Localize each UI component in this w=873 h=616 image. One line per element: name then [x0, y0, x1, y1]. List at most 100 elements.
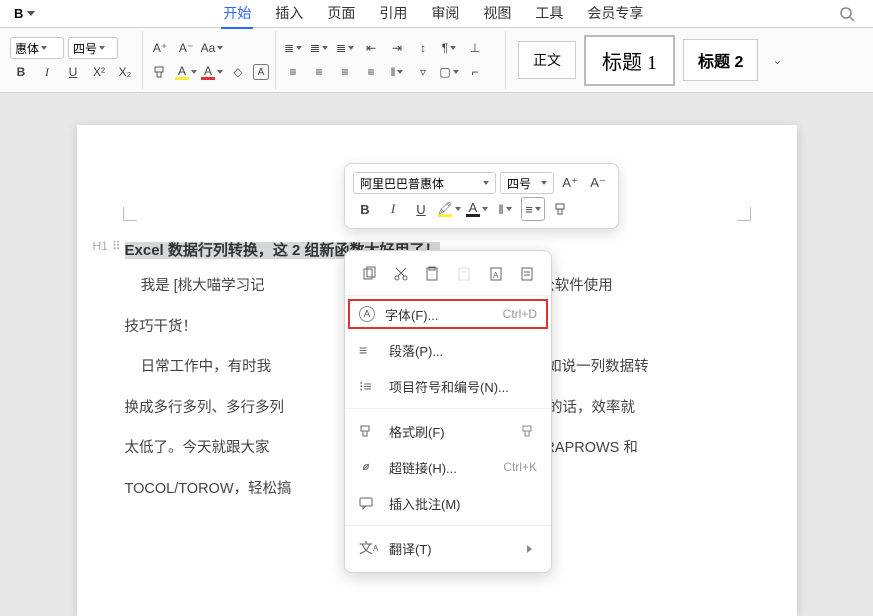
tab-tools[interactable]: 工具 — [533, 0, 565, 29]
paste-formula-icon-button[interactable] — [517, 263, 537, 285]
borders-button[interactable]: ▢ — [438, 61, 460, 83]
change-case-button[interactable]: Aa — [201, 37, 223, 59]
style-body[interactable]: 正文 — [518, 41, 576, 79]
align-center-button[interactable]: ≡ — [308, 61, 330, 83]
paste-style-icon-button[interactable]: A — [486, 263, 506, 285]
mini-highlight-button[interactable]: 🖍 — [437, 197, 461, 221]
tab-review[interactable]: 审阅 — [429, 0, 461, 29]
mini-align-button[interactable]: ≡ — [521, 197, 545, 221]
menu-tabs: 开始 插入 页面 引用 审阅 视图 工具 会员专享 — [221, 0, 645, 29]
context-item-paragraph[interactable]: ≡ 段落(P)... — [345, 332, 551, 368]
scissors-icon — [393, 266, 409, 282]
font-inc-button[interactable]: A⁺ — [149, 37, 171, 59]
align-justify-button[interactable]: ≡ — [360, 61, 382, 83]
search-icon — [839, 6, 855, 22]
context-item-hyperlink[interactable]: 超链接(H)... Ctrl+K — [345, 449, 551, 485]
chevron-down-icon — [27, 11, 35, 16]
chevron-down-icon — [217, 46, 223, 50]
context-item-format-painter[interactable]: 格式刷(F) — [345, 413, 551, 449]
context-label-paragraph: 段落(P)... — [389, 341, 537, 360]
italic-button[interactable]: I — [36, 61, 58, 83]
tab-member[interactable]: 会员专享 — [585, 0, 645, 29]
chevron-down-icon — [397, 70, 403, 74]
subscript-button[interactable]: X₂ — [114, 61, 136, 83]
mini-font-inc-button[interactable]: A⁺ — [558, 171, 582, 195]
context-item-translate[interactable]: 文A 翻译(T) — [345, 530, 551, 566]
text-p3a: 日常工作中，有时我 — [141, 359, 272, 375]
tab-view[interactable]: 视图 — [481, 0, 513, 29]
mini-italic-button[interactable]: I — [381, 197, 405, 221]
numbered-list-button[interactable]: ≣ — [308, 37, 330, 59]
tab-start[interactable]: 开始 — [221, 0, 253, 29]
mini-font-size-value: 四号 — [507, 175, 531, 192]
superscript-button[interactable]: X² — [88, 61, 110, 83]
indent-inc-button[interactable]: ⇥ — [386, 37, 408, 59]
highlight-button[interactable]: A — [175, 61, 197, 83]
drag-handle-icon: ⠿ — [112, 239, 121, 253]
show-marks-button[interactable]: ¶ — [438, 37, 460, 59]
bulleted-list-button[interactable]: ≣ — [282, 37, 304, 59]
tab-page[interactable]: 页面 — [325, 0, 357, 29]
style-heading2[interactable]: 标题 2 — [683, 39, 758, 81]
chevron-down-icon — [506, 207, 512, 211]
bold-button[interactable]: B — [10, 61, 32, 83]
paragraph-dialog-button[interactable]: ⌐ — [464, 61, 486, 83]
mini-underline-button[interactable]: U — [409, 197, 433, 221]
format-painter-button[interactable] — [149, 61, 171, 83]
clipboard-text-icon — [456, 266, 472, 282]
context-separator — [345, 408, 551, 409]
text-p5a: 太低了。今天就跟大家 — [125, 440, 270, 456]
clear-format-button[interactable]: ◇ — [227, 61, 249, 83]
mini-font-color-button[interactable]: A — [465, 197, 489, 221]
cut-icon-button[interactable] — [391, 263, 411, 285]
context-item-bullets[interactable]: ⁝≡ 项目符号和编号(N)... — [345, 368, 551, 404]
mini-format-painter-button[interactable] — [549, 197, 573, 221]
styles-more-button[interactable]: ⌄ — [766, 53, 782, 67]
tab-reference[interactable]: 引用 — [377, 0, 409, 29]
context-shortcut-font: Ctrl+D — [503, 307, 537, 321]
mini-line-spacing-button[interactable]: ‖ — [493, 197, 517, 221]
clipboard-icon — [424, 266, 440, 282]
chevron-down-icon — [217, 70, 223, 74]
chevron-down-icon — [482, 207, 488, 211]
bold-dropdown[interactable]: B — [8, 6, 41, 21]
tab-insert[interactable]: 插入 — [273, 0, 305, 29]
text-p6a: TOCOL/TOROW，轻松搞 — [125, 481, 292, 497]
context-item-comment[interactable]: 插入批注(M) — [345, 485, 551, 521]
shading-button[interactable]: ▿ — [412, 61, 434, 83]
style-heading1[interactable]: 标题 1 — [584, 35, 675, 86]
mini-bold-button[interactable]: B — [353, 197, 377, 221]
margin-mark-left-icon — [123, 207, 137, 221]
context-separator — [345, 525, 551, 526]
tab-stop-button[interactable]: ⊥ — [464, 37, 486, 59]
context-item-font[interactable]: A 字体(F)... Ctrl+D — [345, 296, 551, 332]
font-size-select[interactable]: 四号 — [68, 37, 118, 59]
font-dec-button[interactable]: A⁻ — [175, 37, 197, 59]
text-p4a: 换成多行多列、多行多列 — [125, 400, 285, 416]
align-left-button[interactable]: ≡ — [282, 61, 304, 83]
multilevel-list-button[interactable]: ≣ — [334, 37, 356, 59]
paste-text-icon-button[interactable] — [454, 263, 474, 285]
indent-dec-button[interactable]: ⇤ — [360, 37, 382, 59]
copy-icon-button[interactable] — [359, 263, 379, 285]
context-clipboard-row: A — [345, 257, 551, 296]
outline-level-tag[interactable]: H1 ⠿ — [93, 239, 121, 253]
context-label-format-painter: 格式刷(F) — [389, 422, 521, 441]
chevron-down-icon — [450, 46, 456, 50]
mini-font-size-select[interactable]: 四号 — [500, 172, 554, 194]
line-spacing-button[interactable]: ‖ — [386, 61, 408, 83]
font-color-button[interactable]: A — [201, 61, 223, 83]
font-family-select[interactable]: 惠体 — [10, 37, 64, 59]
sort-button[interactable]: ↕ — [412, 37, 434, 59]
clipboard-lines-icon — [519, 266, 535, 282]
mini-font-family-select[interactable]: 阿里巴巴普惠体 — [353, 172, 496, 194]
underline-button[interactable]: U — [62, 61, 84, 83]
clipboard-a-icon: A — [488, 266, 504, 282]
mini-font-family-value: 阿里巴巴普惠体 — [360, 175, 444, 192]
align-right-button[interactable]: ≡ — [334, 61, 356, 83]
text-box-button[interactable]: A — [253, 64, 269, 80]
paste-icon-button[interactable] — [422, 263, 442, 285]
search-button[interactable] — [829, 6, 865, 22]
mini-font-dec-button[interactable]: A⁻ — [586, 171, 610, 195]
chevron-down-icon — [535, 207, 541, 211]
